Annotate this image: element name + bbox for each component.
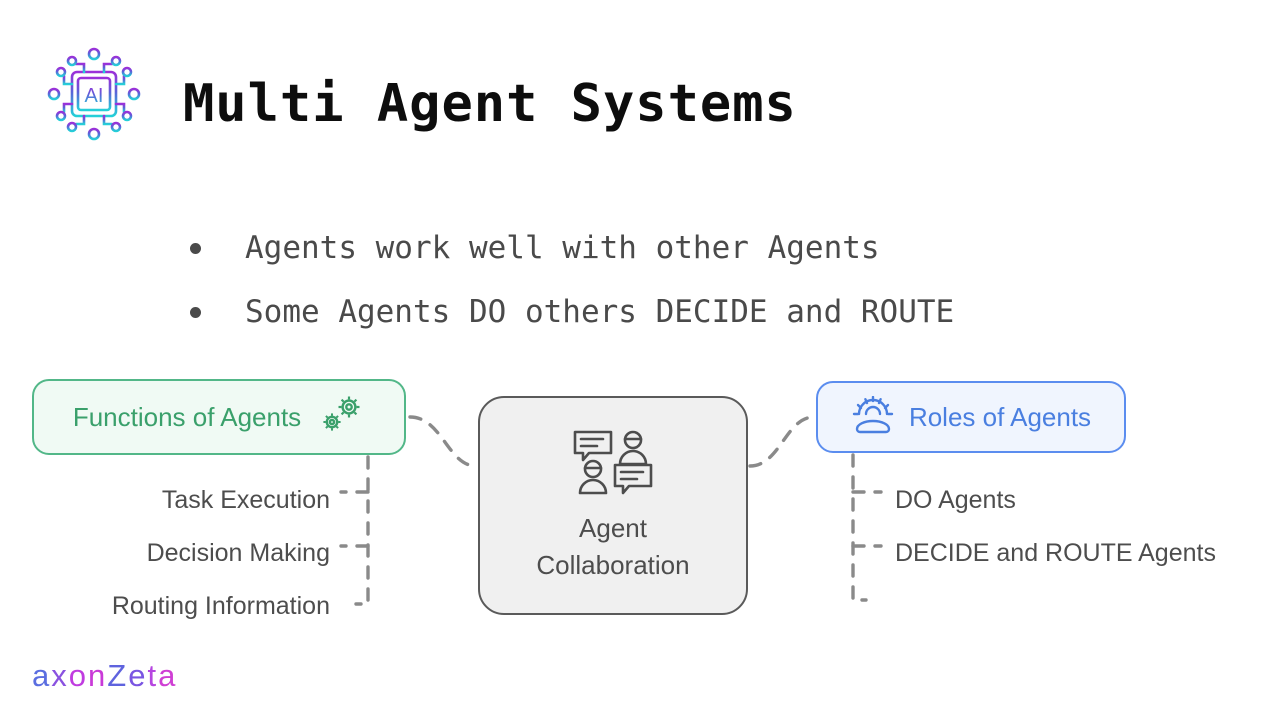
connector-left-trunk [354,455,370,606]
bullet-item: Some Agents DO others DECIDE and ROUTE [190,280,954,344]
wordmark-letter: t [147,658,159,693]
list-item: DECIDE and ROUTE Agents [895,539,1216,567]
node-label: Roles of Agents [908,401,1092,432]
wordmark-letter: a [32,658,52,693]
wordmark-letter: o [68,658,88,693]
bullet-item: Agents work well with other Agents [190,216,954,280]
node-roles-of-agents[interactable]: Roles of Agents [816,381,1126,453]
connector-left-to-center [408,415,478,468]
wordmark-letter: Z [107,658,129,693]
wordmark-letter: n [88,658,108,693]
wordmark-letter: a [158,658,178,693]
bullet-list: Agents work well with other Agents Some … [190,216,954,344]
node-label: Agent Collaboration [536,510,689,584]
list-item: Routing Information [111,592,330,620]
team-gear-icon [851,395,895,439]
connector-right-trunk [851,453,868,602]
roles-child-list: DO Agents DECIDE and ROUTE Agents [895,474,1275,580]
connector-center-to-right [748,415,816,468]
node-label: Functions of Agents [72,401,302,432]
axonzeta-wordmark: axonZeta [32,658,177,694]
bullet-text: Agents work well with other Agents [245,230,880,266]
people-chat-collaboration-icon [571,427,655,504]
center-label-line2: Collaboration [536,550,690,580]
node-functions-of-agents[interactable]: Functions of Agents [32,379,406,455]
ai-chip-icon: AI [42,42,146,146]
functions-child-list: Task Execution Decision Making Routing I… [0,474,330,633]
gears-icon [319,393,365,442]
bullet-text: Some Agents DO others DECIDE and ROUTE [245,294,955,330]
logo-ai-text: AI [85,85,104,107]
bullet-dot-icon [190,242,201,254]
list-item: Task Execution [161,486,330,514]
bullet-dot-icon [190,306,201,318]
wordmark-letter: e [128,658,148,693]
slide-canvas: AI Multi Agent Systems Agents work well … [0,0,1280,720]
page-title: Multi Agent Systems [183,74,797,134]
center-label-line1: Agent [579,513,647,543]
node-agent-collaboration[interactable]: Agent Collaboration [478,396,748,615]
wordmark-letter: x [51,658,69,693]
list-item: Decision Making [146,539,330,567]
list-item: DO Agents [895,486,1016,514]
